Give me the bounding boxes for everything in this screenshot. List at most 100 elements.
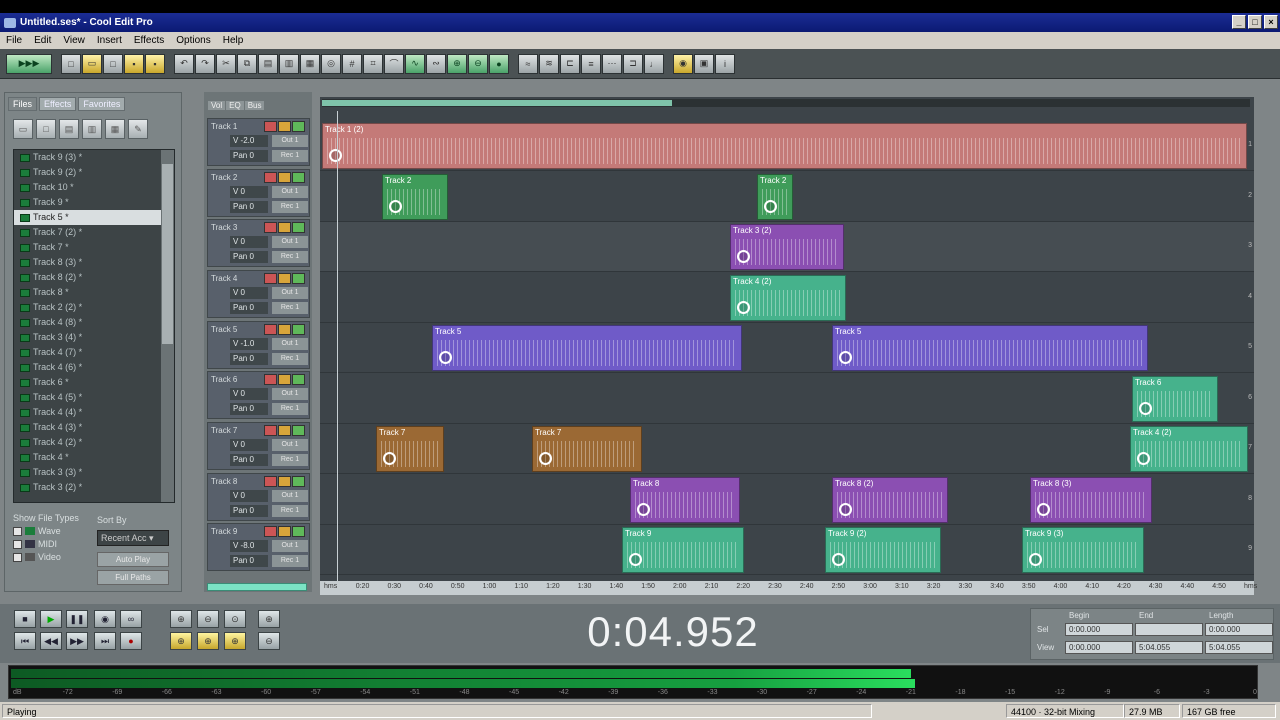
- menu-file[interactable]: File: [0, 35, 28, 46]
- file-list-item[interactable]: Track 3 (2) *: [14, 480, 174, 495]
- new-file-icon[interactable]: □: [103, 53, 123, 74]
- grid-icon[interactable]: #: [342, 53, 362, 74]
- close-file-icon[interactable]: □: [36, 119, 56, 139]
- audio-clip[interactable]: Track 9 (2): [825, 527, 941, 573]
- record-input-button[interactable]: Rec 1: [272, 251, 308, 263]
- volume-knob-icon[interactable]: [629, 553, 642, 566]
- solo-button[interactable]: [278, 476, 291, 487]
- file-list-item[interactable]: Track 9 (3) *: [14, 150, 174, 165]
- solo-button[interactable]: [278, 222, 291, 233]
- info-icon[interactable]: i: [715, 53, 735, 74]
- metronome-icon[interactable]: ♩: [644, 53, 664, 74]
- file-list-item[interactable]: Track 8 (2) *: [14, 270, 174, 285]
- zoom-left-icon[interactable]: ⊕: [197, 632, 219, 650]
- auto-play-button[interactable]: Auto Play: [97, 552, 169, 567]
- file-list-item[interactable]: Track 4 (5) *: [14, 390, 174, 405]
- tab-effects[interactable]: Effects: [39, 97, 77, 111]
- pan-envelope-icon[interactable]: ∾: [426, 53, 446, 74]
- zoom-in-vertical-icon[interactable]: ⊕: [258, 610, 280, 628]
- menu-insert[interactable]: Insert: [91, 35, 128, 46]
- volume-field[interactable]: V -2.0: [230, 135, 268, 147]
- fast-forward-button[interactable]: ▶▶: [66, 632, 88, 650]
- pan-field[interactable]: Pan 0: [230, 150, 268, 162]
- file-list-item[interactable]: Track 9 *: [14, 195, 174, 210]
- track-lane[interactable]: 3 Track 3 (2): [320, 222, 1254, 272]
- track-name[interactable]: Track 7: [211, 426, 237, 435]
- record-input-button[interactable]: Rec 1: [272, 150, 308, 162]
- tab-files[interactable]: Files: [8, 97, 38, 111]
- record-input-button[interactable]: Rec 1: [272, 505, 308, 517]
- record-arm-button[interactable]: [264, 172, 277, 183]
- audio-clip[interactable]: Track 4 (2): [730, 275, 846, 321]
- file-list-item[interactable]: Track 2 (2) *: [14, 300, 174, 315]
- rewind-button[interactable]: ◀◀: [40, 632, 62, 650]
- file-list-item[interactable]: Track 4 *: [14, 450, 174, 465]
- insert-file-icon[interactable]: ▥: [82, 119, 102, 139]
- volume-knob-icon[interactable]: [383, 452, 396, 465]
- volume-knob-icon[interactable]: [329, 149, 342, 162]
- record-arm-button[interactable]: [264, 222, 277, 233]
- track-header-scrollbar[interactable]: [207, 583, 307, 591]
- file-list-item[interactable]: Track 8 *: [14, 285, 174, 300]
- menu-edit[interactable]: Edit: [28, 35, 57, 46]
- go-to-end-button[interactable]: ⏭: [94, 632, 116, 650]
- overview-bar[interactable]: [322, 99, 1250, 107]
- toggle-view-button[interactable]: ▶▶▶: [6, 53, 52, 74]
- audio-clip[interactable]: Track 4 (2): [1130, 426, 1248, 472]
- volume-knob-icon[interactable]: [832, 553, 845, 566]
- insert-multitrack-icon[interactable]: ▦: [105, 119, 125, 139]
- zoom-out-horizontal-icon[interactable]: ⊖: [197, 610, 219, 628]
- output-button[interactable]: Out 1: [272, 287, 308, 299]
- solo-button[interactable]: [278, 121, 291, 132]
- volume-field[interactable]: V 0: [230, 439, 268, 451]
- menu-effects[interactable]: Effects: [128, 35, 170, 46]
- volume-knob-icon[interactable]: [1137, 452, 1150, 465]
- solo-button[interactable]: [278, 324, 291, 335]
- snap-icon[interactable]: ⌗: [363, 53, 383, 74]
- zoom-in-horizontal-icon[interactable]: ⊕: [170, 610, 192, 628]
- record-input-button[interactable]: Rec 1: [272, 353, 308, 365]
- volume-knob-icon[interactable]: [1037, 503, 1050, 516]
- loop-icon[interactable]: ◎: [321, 53, 341, 74]
- tab-favorites[interactable]: Favorites: [78, 97, 126, 111]
- solo-button[interactable]: [278, 526, 291, 537]
- record-arm-button[interactable]: [264, 324, 277, 335]
- open-folder-icon[interactable]: ▭: [13, 119, 33, 139]
- audio-clip[interactable]: Track 6: [1132, 376, 1218, 422]
- view-length-field[interactable]: 5:04.055: [1205, 641, 1273, 654]
- menu-help[interactable]: Help: [217, 35, 250, 46]
- output-button[interactable]: Out 1: [272, 338, 308, 350]
- loop-button[interactable]: ∞: [120, 610, 142, 628]
- track-header[interactable]: Track 1 V -2.0 Pan 0 Out 1 Rec 1: [207, 118, 310, 166]
- file-list-item[interactable]: Track 6 *: [14, 375, 174, 390]
- close-button[interactable]: ×: [1264, 15, 1278, 29]
- track-name[interactable]: Track 5: [211, 325, 237, 334]
- pan-field[interactable]: Pan 0: [230, 353, 268, 365]
- file-list-item[interactable]: Track 4 (2) *: [14, 435, 174, 450]
- mute-button[interactable]: [292, 273, 305, 284]
- tab-vol[interactable]: Vol: [208, 101, 226, 110]
- mute-button[interactable]: [292, 476, 305, 487]
- new-session-icon[interactable]: □: [61, 53, 81, 74]
- volume-knob-icon[interactable]: [737, 250, 750, 263]
- output-button[interactable]: Out 1: [272, 236, 308, 248]
- redo-icon[interactable]: ↷: [195, 53, 215, 74]
- lock-icon[interactable]: ⊕: [447, 53, 467, 74]
- track-lane[interactable]: 1 Track 1 (2): [320, 121, 1254, 171]
- tab-bus[interactable]: Bus: [244, 101, 265, 110]
- cue-icon[interactable]: ▣: [694, 53, 714, 74]
- output-button[interactable]: Out 1: [272, 135, 308, 147]
- record-button[interactable]: ●: [120, 632, 142, 650]
- track-header[interactable]: Track 8 V 0 Pan 0 Out 1 Rec 1: [207, 473, 310, 521]
- track-name[interactable]: Track 9: [211, 527, 237, 536]
- record-arm-button[interactable]: [264, 526, 277, 537]
- mute-icon[interactable]: ●: [489, 53, 509, 74]
- menu-view[interactable]: View: [57, 35, 91, 46]
- menu-options[interactable]: Options: [170, 35, 216, 46]
- sel-begin-field[interactable]: 0:00.000: [1065, 623, 1133, 636]
- file-list-item[interactable]: Track 4 (3) *: [14, 420, 174, 435]
- volume-knob-icon[interactable]: [389, 200, 402, 213]
- output-button[interactable]: Out 1: [272, 186, 308, 198]
- full-paths-button[interactable]: Full Paths: [97, 570, 169, 585]
- volume-knob-icon[interactable]: [637, 503, 650, 516]
